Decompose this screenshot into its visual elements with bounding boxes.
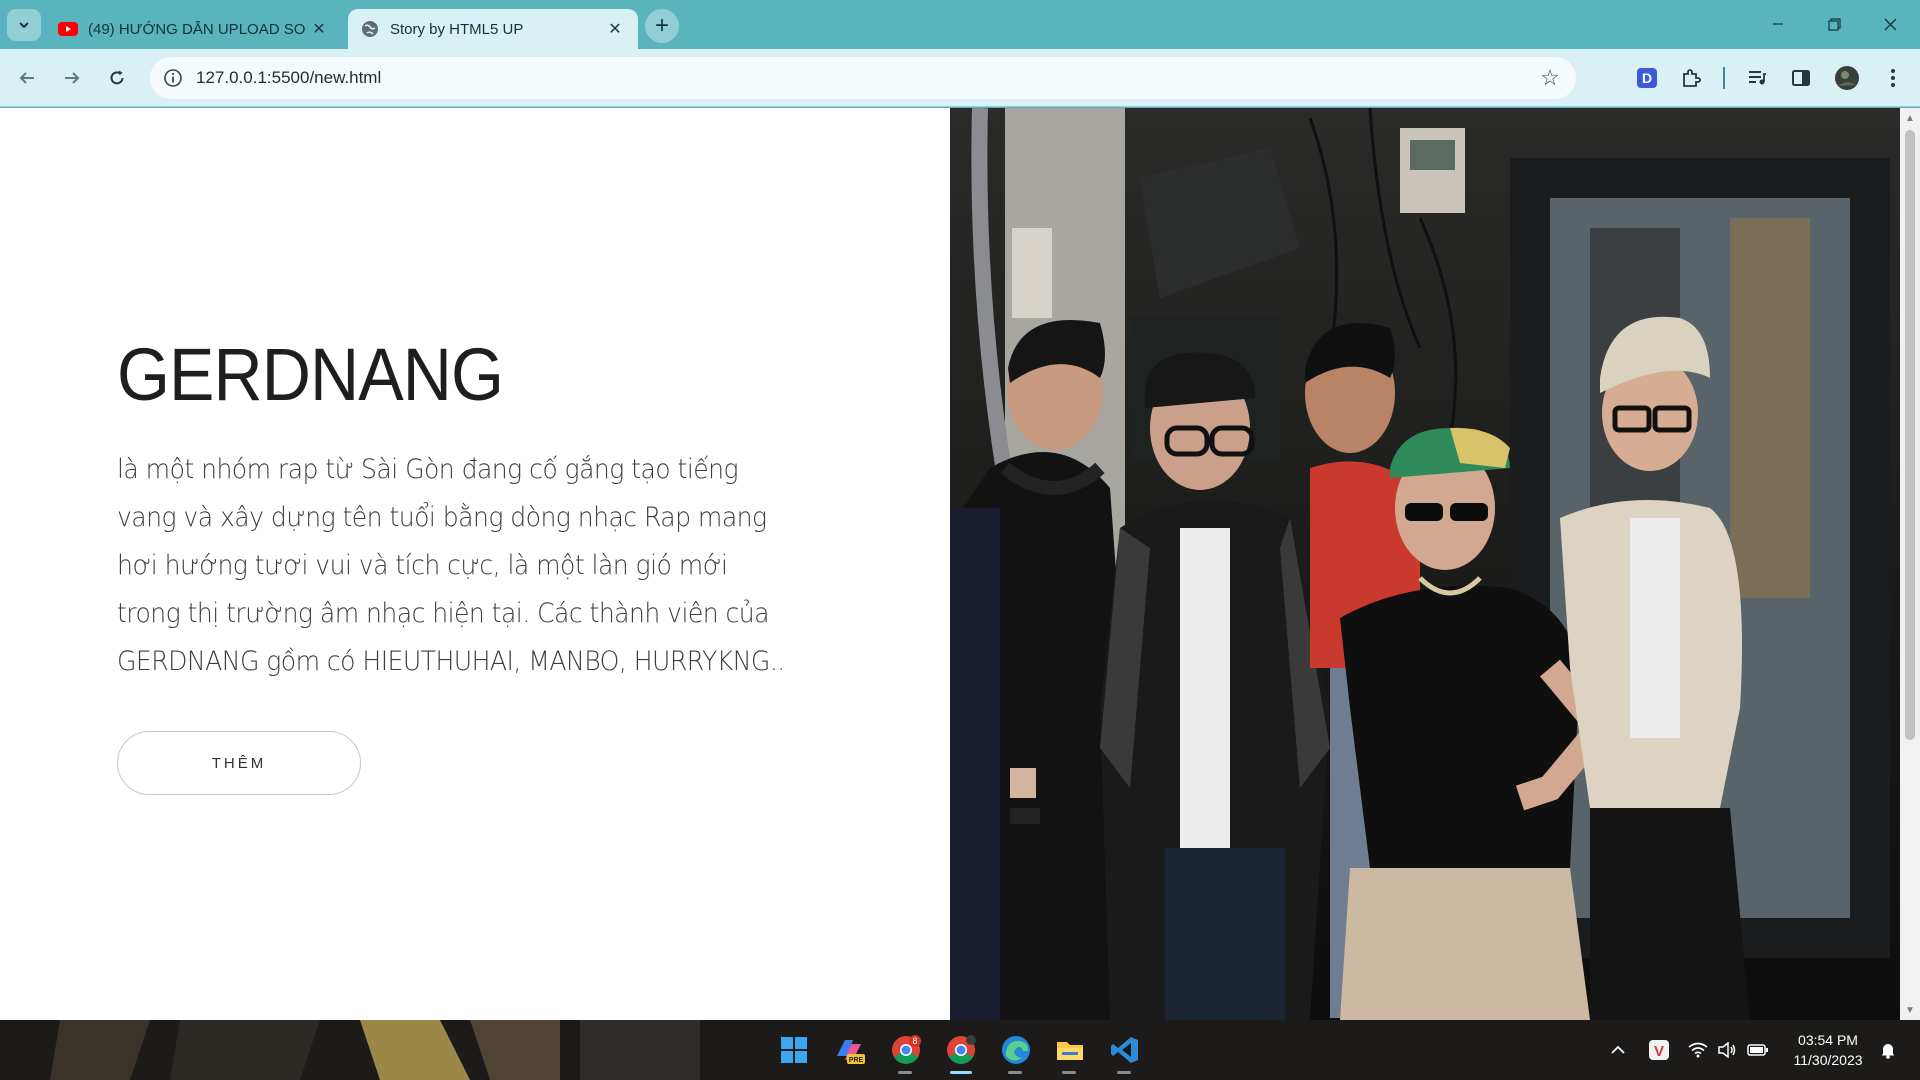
close-tab-icon[interactable]: ✕ [604,18,626,40]
tab-story[interactable]: Story by HTML5 UP ✕ [348,9,638,49]
globe-icon [360,19,380,39]
site-info-icon[interactable] [150,57,196,99]
more-button[interactable]: THÊM [117,731,361,795]
arrow-right-icon [65,72,80,84]
scroll-down-arrow-icon[interactable]: ▼ [1904,1004,1916,1016]
extension-d-icon: D [1637,68,1657,88]
chrome-badge: 8 [912,1036,917,1046]
band-description: là một nhóm rap từ Sài Gòn đang cố gắng … [117,454,785,677]
vivaldi-tray-button[interactable]: V [1645,1036,1673,1064]
running-indicator [898,1071,912,1074]
tab-search-button[interactable] [7,9,41,41]
tab-strip: (49) HƯỚNG DẪN UPLOAD SO ✕ Story by HTML… [0,0,1920,49]
close-tab-icon[interactable]: ✕ [308,18,330,40]
extension-letter: D [1642,70,1652,86]
browser-toolbar: 127.0.0.1:5500/new.html ☆ D [0,49,1920,107]
folder-icon [1057,1042,1083,1060]
clock-time: 03:54 PM [1798,1032,1858,1048]
chrome-icon: 8 [892,1035,921,1064]
extension-d-button[interactable]: D [1632,63,1662,93]
content-panel: GERDNANG là một nhóm rap từ Sài Gòn đang… [0,108,950,1020]
chrome-profile-taskbar-button[interactable] [943,1032,979,1068]
tab-title: (49) HƯỚNG DẪN UPLOAD SO [88,20,306,38]
running-indicator [1117,1071,1131,1074]
system-clock[interactable]: 03:54 PM 11/30/2023 [1780,1030,1876,1070]
new-tab-button[interactable]: + [645,9,679,43]
file-explorer-taskbar-button[interactable] [1052,1032,1088,1068]
scroll-up-arrow-icon[interactable]: ▲ [1904,112,1916,124]
media-control-button[interactable] [1742,63,1772,93]
back-button[interactable] [10,61,44,95]
minimize-button[interactable] [1752,6,1804,42]
puzzle-icon [1683,69,1701,87]
youtube-icon [58,19,78,39]
chrome-taskbar-button[interactable]: 8 [888,1032,924,1068]
close-icon [1884,18,1896,30]
reload-icon [110,70,124,85]
edge-icon [1002,1036,1030,1064]
scrollbar-thumb[interactable] [1905,130,1915,740]
speaker-icon [1718,1042,1736,1058]
profile-avatar[interactable] [1832,63,1862,93]
page-viewport: GERDNANG là một nhóm rap từ Sài Gòn đang… [0,108,1920,1020]
band-photo [950,108,1900,1020]
close-window-button[interactable] [1864,6,1916,42]
vivaldi-letter: V [1654,1043,1664,1060]
browser-menu-button[interactable] [1878,63,1908,93]
notifications-button[interactable] [1876,1036,1900,1064]
side-panel-icon [1792,70,1810,86]
battery-icon [1747,1044,1768,1056]
restore-icon [1827,17,1841,31]
copilot-taskbar-button[interactable]: PRE [831,1032,867,1068]
chevron-up-icon [1611,1045,1625,1054]
extensions-button[interactable] [1676,63,1706,93]
reload-button[interactable] [100,61,134,95]
chrome-icon [947,1035,976,1064]
forward-button[interactable] [55,61,89,95]
more-vert-icon [1891,69,1895,87]
start-button[interactable] [776,1032,812,1068]
url-text: 127.0.0.1:5500/new.html [196,68,382,87]
band-photo-illustration [950,108,1900,1020]
clock-date: 11/30/2023 [1793,1052,1863,1068]
arrow-left-icon [19,72,34,84]
active-indicator [950,1071,972,1074]
chevron-down-icon [19,22,29,29]
show-hidden-icons-button[interactable] [1606,1036,1630,1064]
address-bar[interactable]: 127.0.0.1:5500/new.html ☆ [150,57,1576,99]
side-panel-button[interactable] [1786,63,1816,93]
toolbar-separator [1723,67,1725,89]
tab-youtube[interactable]: (49) HƯỚNG DẪN UPLOAD SO ✕ [46,9,342,49]
windows-logo-icon [781,1037,807,1063]
wifi-icon [1688,1042,1708,1058]
copilot-icon: PRE [837,1040,865,1064]
running-indicator [1008,1071,1022,1074]
vscode-icon [1111,1037,1138,1063]
copilot-badge: PRE [849,1057,864,1064]
battery-tray-button[interactable] [1744,1036,1772,1064]
vscode-taskbar-button[interactable] [1107,1032,1143,1068]
page-title: GERDNANG [117,333,504,416]
vertical-scrollbar[interactable]: ▲ ▼ [1900,108,1920,1020]
windows-taskbar: PRE 8 V 03:54 PM 11/30/2023 [0,1020,1920,1080]
avatar-icon [1835,66,1859,90]
wifi-tray-button[interactable] [1685,1036,1711,1064]
bell-icon [1881,1044,1895,1059]
volume-tray-button[interactable] [1714,1036,1740,1064]
playlist-icon [1749,71,1766,85]
tab-title: Story by HTML5 UP [390,20,524,38]
bookmark-star-icon[interactable]: ☆ [1538,65,1562,90]
vivaldi-icon: V [1649,1040,1669,1060]
minimize-icon [1773,23,1783,25]
running-indicator [1062,1071,1076,1074]
edge-taskbar-button[interactable] [998,1032,1034,1068]
restore-button[interactable] [1808,6,1860,42]
